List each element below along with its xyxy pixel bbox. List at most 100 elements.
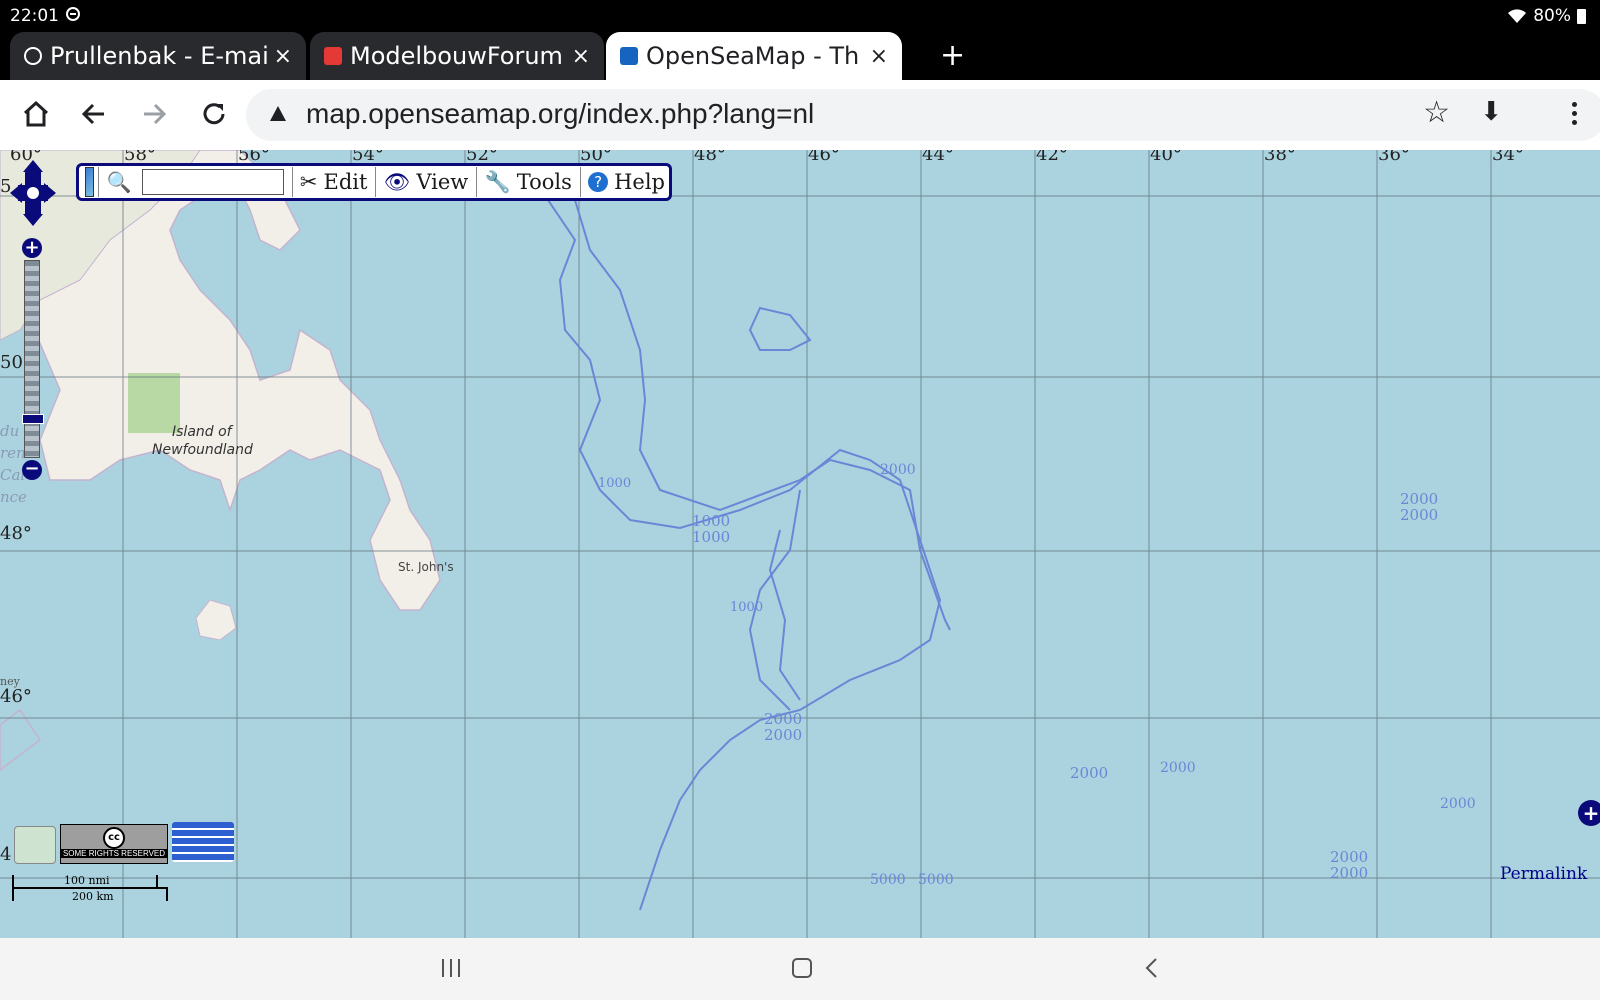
edit-menu[interactable]: ✂ Edit	[296, 170, 372, 194]
edit-tools-icon: ✂	[299, 170, 318, 194]
zoom-out-icon[interactable]: −	[22, 460, 42, 480]
place-label: Island of	[172, 424, 232, 440]
tools-menu[interactable]: 🔧 Tools	[481, 170, 576, 195]
search-box: 🔍	[103, 169, 288, 195]
close-tab-icon[interactable]: ×	[870, 44, 888, 69]
system-navigation-bar	[0, 938, 1600, 1000]
depth-label: 2000	[1400, 506, 1439, 524]
tab-title: Prullenbak - E-mail	[50, 42, 270, 70]
help-menu[interactable]: ? Help	[584, 170, 669, 194]
map-label-fragment: ney	[0, 675, 20, 688]
address-bar[interactable]: map.openseamap.org/index.php?lang=nl ☆ ⬇	[246, 89, 1600, 141]
battery-icon	[1577, 8, 1586, 24]
back-button-icon[interactable]	[1142, 956, 1162, 980]
do-not-disturb-icon	[66, 7, 80, 21]
lon-label: 46°	[808, 150, 840, 165]
zoom-thumb[interactable]	[22, 414, 44, 424]
wrench-icon: 🔧	[484, 169, 511, 194]
view-label: View	[416, 170, 469, 194]
openseamap-logo[interactable]	[172, 822, 234, 862]
not-secure-icon[interactable]	[270, 106, 286, 121]
magnifier-icon[interactable]	[14, 826, 56, 864]
map-label-fragment: du	[0, 422, 20, 440]
map-view[interactable]: 60° 58° 56° 54° 52° 50° 48° 46° 44° 42° …	[0, 150, 1600, 938]
cc-text: SOME RIGHTS RESERVED	[61, 849, 167, 858]
depth-label: 1000	[730, 600, 764, 615]
edit-label: Edit	[323, 170, 368, 194]
forward-icon[interactable]	[136, 96, 172, 132]
map-logo-icon[interactable]	[85, 167, 95, 197]
view-menu[interactable]: 👁 View	[380, 170, 473, 195]
help-label: Help	[614, 170, 665, 194]
lon-label: 42°	[1036, 150, 1068, 165]
scale-km: 200 km	[72, 890, 114, 903]
clock: 22:01	[10, 6, 59, 26]
island-landmass	[195, 599, 237, 641]
menu-icon[interactable]	[1572, 102, 1578, 129]
zoom-track[interactable]	[24, 260, 40, 458]
layer-switcher-icon[interactable]: +	[1578, 800, 1600, 826]
tab-strip: Prullenbak - E-mail × ModelbouwForum.n ×…	[0, 32, 1600, 80]
depth-label: 2000	[1160, 760, 1196, 776]
creative-commons-badge[interactable]: cc SOME RIGHTS RESERVED	[60, 824, 168, 864]
lon-label: 48°	[694, 150, 726, 165]
home-icon[interactable]	[18, 96, 54, 132]
browser-toolbar: map.openseamap.org/index.php?lang=nl ☆ ⬇	[0, 80, 1600, 150]
url-text[interactable]: map.openseamap.org/index.php?lang=nl	[306, 98, 814, 130]
depth-label: 2000	[1330, 864, 1369, 882]
reload-icon[interactable]	[196, 96, 232, 132]
tab-title: ModelbouwForum.n	[350, 42, 562, 70]
lon-label: 40°	[1150, 150, 1182, 165]
tab-title: OpenSeaMap - The	[646, 42, 860, 70]
home-button-icon[interactable]	[790, 956, 814, 980]
bookmark-star-icon[interactable]: ☆	[1423, 95, 1450, 130]
place-label: Newfoundland	[152, 442, 253, 458]
lat-label: 48°	[0, 523, 32, 544]
depth-label: 1000	[598, 476, 632, 491]
map-canvas[interactable]	[0, 150, 1600, 938]
tab-prullenbak[interactable]: Prullenbak - E-mail ×	[10, 32, 306, 80]
forum-favicon-icon	[324, 47, 342, 65]
depth-label: 1000	[692, 528, 731, 546]
wifi-icon	[1508, 9, 1527, 23]
depth-label: 2000	[880, 462, 916, 478]
status-bar: 22:01 80%	[0, 0, 1600, 32]
zoom-in-icon[interactable]: +	[22, 238, 42, 258]
download-icon[interactable]: ⬇	[1480, 97, 1502, 127]
lon-label: 34°	[1492, 150, 1524, 165]
permalink-link[interactable]: Permalink	[1500, 864, 1587, 884]
cc-logo-icon: cc	[103, 827, 125, 849]
new-tab-button[interactable]: +	[940, 38, 965, 73]
search-input[interactable]	[141, 169, 284, 195]
depth-label: 2000	[1440, 796, 1476, 812]
mail-favicon-icon	[24, 47, 42, 65]
search-icon[interactable]: 🔍	[107, 170, 132, 194]
battery-percentage: 80%	[1533, 6, 1571, 26]
city-label: St. John's	[398, 560, 454, 574]
tools-label: Tools	[516, 170, 572, 194]
openseamap-toolbar: 🔍 ✂ Edit 👁 View 🔧 Tools ? Help	[76, 163, 672, 201]
map-label-fragment: nce	[0, 488, 27, 506]
nova-scotia-coastline	[0, 708, 42, 771]
recent-apps-icon[interactable]	[440, 956, 462, 980]
depth-label: 2000	[1070, 764, 1109, 782]
depth-contours	[547, 199, 951, 911]
lat-label: 46°	[0, 686, 32, 707]
depth-label: 5000	[870, 872, 906, 888]
depth-label: 5000	[918, 872, 954, 888]
lat-label-partial: 4	[0, 844, 12, 865]
back-icon[interactable]	[76, 96, 112, 132]
close-tab-icon[interactable]: ×	[274, 44, 292, 69]
lon-label: 36°	[1378, 150, 1410, 165]
close-tab-icon[interactable]: ×	[572, 44, 590, 69]
pan-control[interactable]	[8, 158, 58, 228]
zoom-slider[interactable]: + −	[22, 238, 44, 480]
openseamap-favicon-icon	[620, 47, 638, 65]
help-icon: ?	[588, 172, 609, 192]
graticule	[0, 150, 1600, 938]
lon-label: 38°	[1264, 150, 1296, 165]
tab-modelbouwforum[interactable]: ModelbouwForum.n ×	[310, 32, 604, 80]
lon-label: 44°	[922, 150, 954, 165]
tab-openseamap[interactable]: OpenSeaMap - The ×	[606, 32, 902, 80]
depth-label: 2000	[764, 726, 803, 744]
